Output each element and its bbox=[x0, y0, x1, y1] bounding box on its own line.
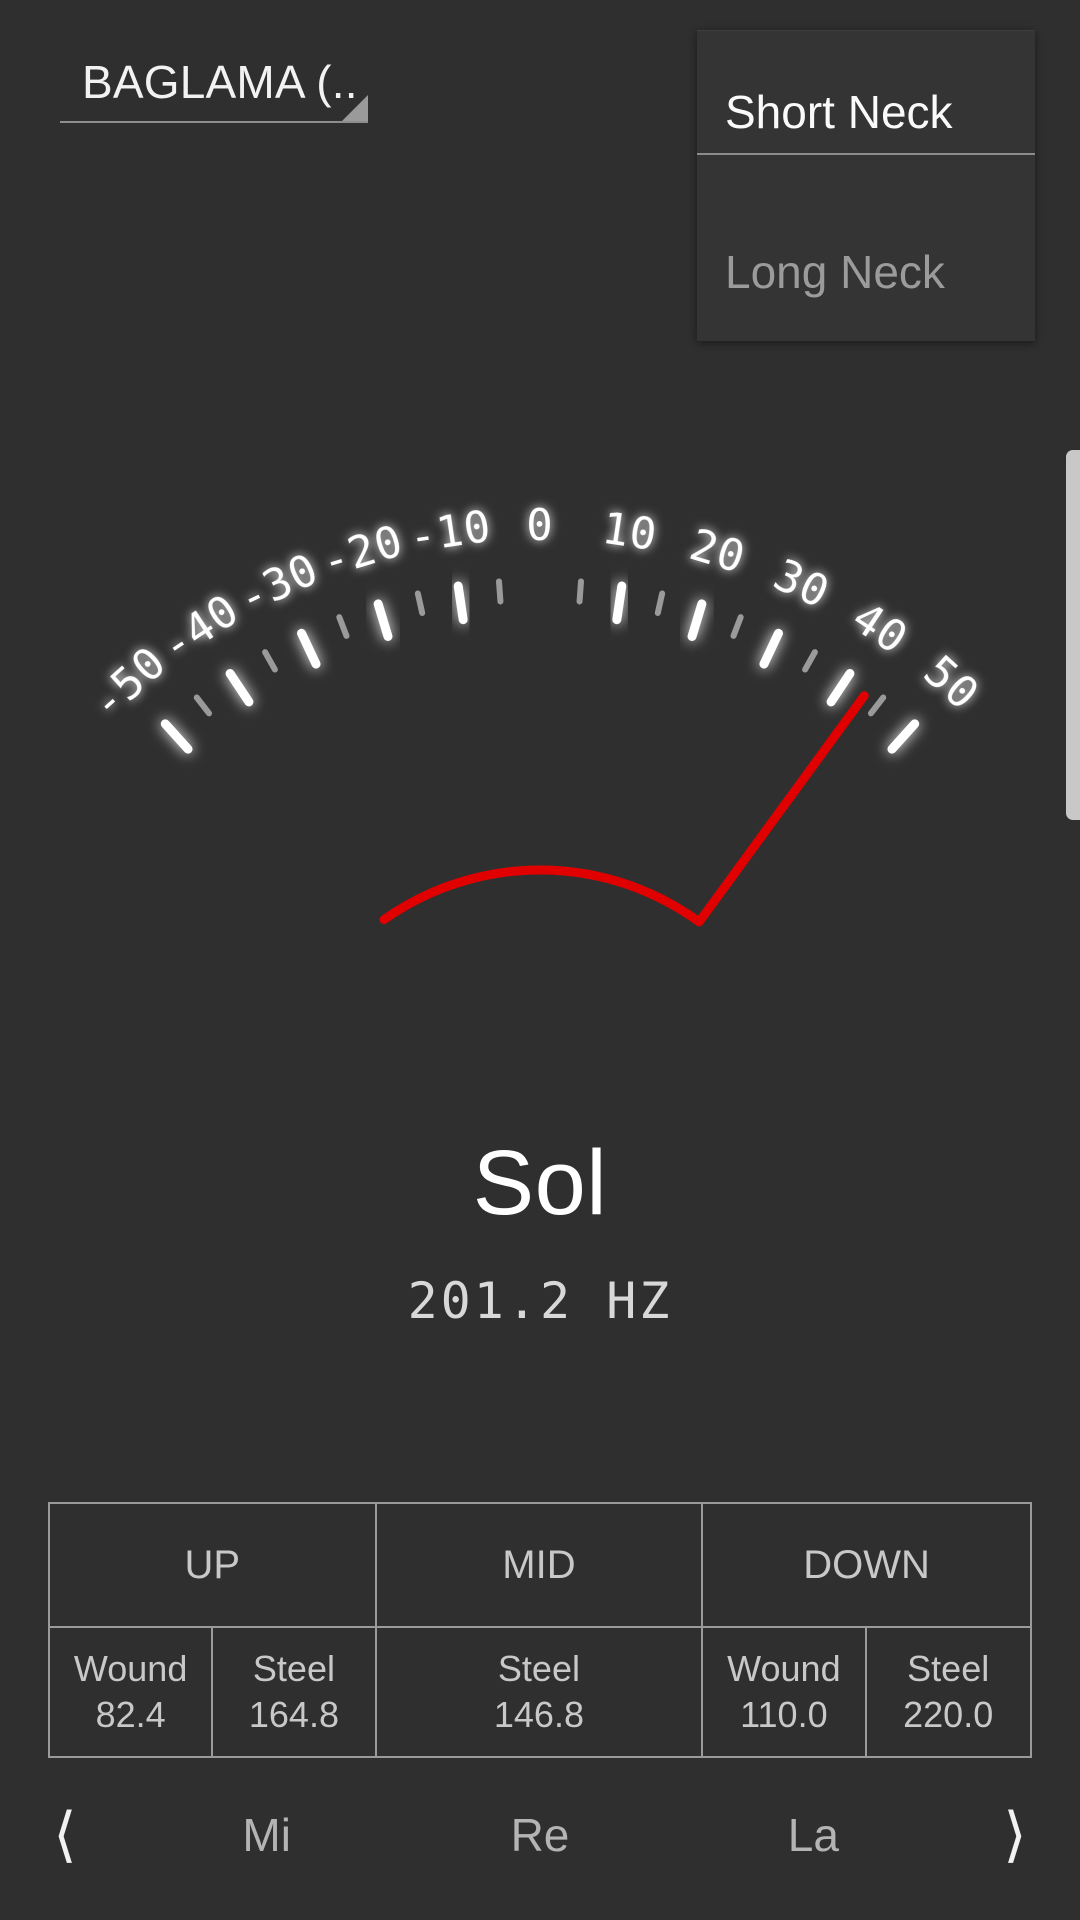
gauge-tick-label: -30 bbox=[230, 543, 326, 624]
gauge-minor-tick bbox=[730, 614, 744, 639]
gauge-minor-tick bbox=[414, 590, 426, 616]
tuner-gauge-svg: -50-40-30-20-10 0 10 20 304050 bbox=[81, 500, 989, 927]
gauge-tick-label: 20 bbox=[684, 519, 751, 584]
gauge-minor-tick bbox=[576, 578, 585, 605]
neck-dropdown-popup: Short Neck Long Neck bbox=[697, 30, 1035, 341]
gauge-tick-label: 40 bbox=[843, 592, 917, 665]
vertical-scrollbar[interactable] bbox=[1066, 450, 1080, 820]
gauge-major-tick bbox=[373, 599, 393, 641]
table-group-header-down[interactable]: DOWN bbox=[703, 1504, 1030, 1628]
string-type: Wound bbox=[73, 1647, 188, 1689]
gauge-major-tick bbox=[225, 669, 254, 707]
chevron-left-icon[interactable]: ⟨ bbox=[0, 1805, 130, 1865]
gauge-minor-tick bbox=[495, 578, 504, 605]
tuner-gauge: -50 -40 -30 -20 -10 0 10 20 30 40 50 bbox=[0, 440, 1080, 1200]
string-cell-up-steel[interactable]: Steel 164.8 bbox=[213, 1628, 377, 1756]
gauge-minor-tick bbox=[336, 614, 350, 639]
gauge-minor-tick bbox=[193, 694, 213, 717]
detected-note-name: Sol bbox=[472, 1132, 608, 1234]
string-cell-down-steel[interactable]: Steel 220.0 bbox=[867, 1628, 1030, 1756]
gauge-major-tick bbox=[297, 628, 321, 669]
gauge-tick-label: -40 bbox=[151, 584, 248, 672]
nav-note-re[interactable]: Re bbox=[403, 1808, 676, 1862]
scrollbar-thumb[interactable] bbox=[1066, 450, 1080, 820]
dropdown-triangle-icon bbox=[342, 95, 368, 121]
string-type: Steel bbox=[497, 1647, 580, 1689]
chevron-right-icon[interactable]: ⟩ bbox=[950, 1805, 1080, 1865]
gauge-base-arc bbox=[379, 865, 704, 927]
table-row: Wound 82.4 Steel 164.8 Steel 146.8 Wound… bbox=[50, 1628, 1030, 1756]
note-navigation-bar: ⟨ Mi Re La ⟩ bbox=[0, 1775, 1080, 1895]
gauge-tick-label: -10 bbox=[406, 501, 495, 564]
gauge-minor-tick bbox=[262, 649, 278, 673]
gauge-tick-label: -20 bbox=[316, 515, 410, 588]
gauge-label-group: -50-40-30-20-10 0 10 20 304050 bbox=[81, 500, 989, 730]
string-frequency: 110.0 bbox=[740, 1694, 828, 1735]
gauge-tick-label: 30 bbox=[766, 549, 837, 619]
gauge-needle-line bbox=[694, 691, 869, 927]
string-cell-mid-steel[interactable]: Steel 146.8 bbox=[377, 1628, 704, 1756]
dropdown-divider bbox=[697, 153, 1035, 155]
nav-note-mi[interactable]: Mi bbox=[130, 1808, 403, 1862]
nav-note-la[interactable]: La bbox=[677, 1808, 950, 1862]
gauge-minor-tick bbox=[867, 694, 887, 717]
spinner-underline bbox=[60, 121, 368, 123]
gauge-major-tick bbox=[826, 669, 855, 707]
dropdown-option-short-neck[interactable]: Short Neck bbox=[697, 89, 1035, 135]
gauge-major-tick bbox=[453, 581, 468, 625]
string-cell-down-wound[interactable]: Wound 110.0 bbox=[703, 1628, 867, 1756]
string-frequency: 164.8 bbox=[248, 1694, 339, 1735]
instrument-spinner[interactable]: BAGLAMA (.. bbox=[60, 55, 368, 123]
dropdown-option-long-neck[interactable]: Long Neck bbox=[697, 249, 1035, 295]
frequency-readout: 201.2 HZ bbox=[407, 1272, 673, 1330]
string-frequency: 82.4 bbox=[95, 1694, 166, 1735]
string-cell-up-wound[interactable]: Wound 82.4 bbox=[50, 1628, 214, 1756]
string-frequency: 146.8 bbox=[493, 1694, 584, 1735]
gauge-minor-tick bbox=[802, 649, 818, 673]
gauge-major-tick bbox=[612, 581, 627, 625]
string-type: Steel bbox=[252, 1647, 335, 1689]
table-group-header-up[interactable]: UP bbox=[50, 1504, 377, 1628]
table-group-header-mid[interactable]: MID bbox=[376, 1504, 704, 1628]
gauge-tick-label: 50 bbox=[914, 646, 989, 721]
gauge-major-tick bbox=[687, 599, 707, 641]
gauge-major-tick bbox=[759, 628, 783, 669]
string-type: Steel bbox=[907, 1647, 990, 1689]
instrument-spinner-value: BAGLAMA (.. bbox=[82, 56, 358, 108]
table-header-row: UP MID DOWN bbox=[50, 1504, 1030, 1628]
string-type: Wound bbox=[727, 1647, 841, 1689]
gauge-needle bbox=[379, 691, 869, 927]
string-frequency: 220.0 bbox=[903, 1694, 994, 1735]
tuner-app-screen: BAGLAMA (.. Short Neck Short Neck Long N… bbox=[0, 0, 1080, 1920]
gauge-tick-label: 10 bbox=[599, 503, 661, 561]
strings-table: UP MID DOWN Wound 82.4 Steel 164.8 Steel… bbox=[48, 1502, 1032, 1758]
gauge-tick-label: -50 bbox=[81, 637, 176, 730]
gauge-minor-tick bbox=[654, 590, 666, 616]
gauge-tick-label: 0 bbox=[526, 500, 554, 551]
gauge-major-tick bbox=[887, 719, 920, 754]
gauge-major-tick bbox=[160, 719, 193, 754]
